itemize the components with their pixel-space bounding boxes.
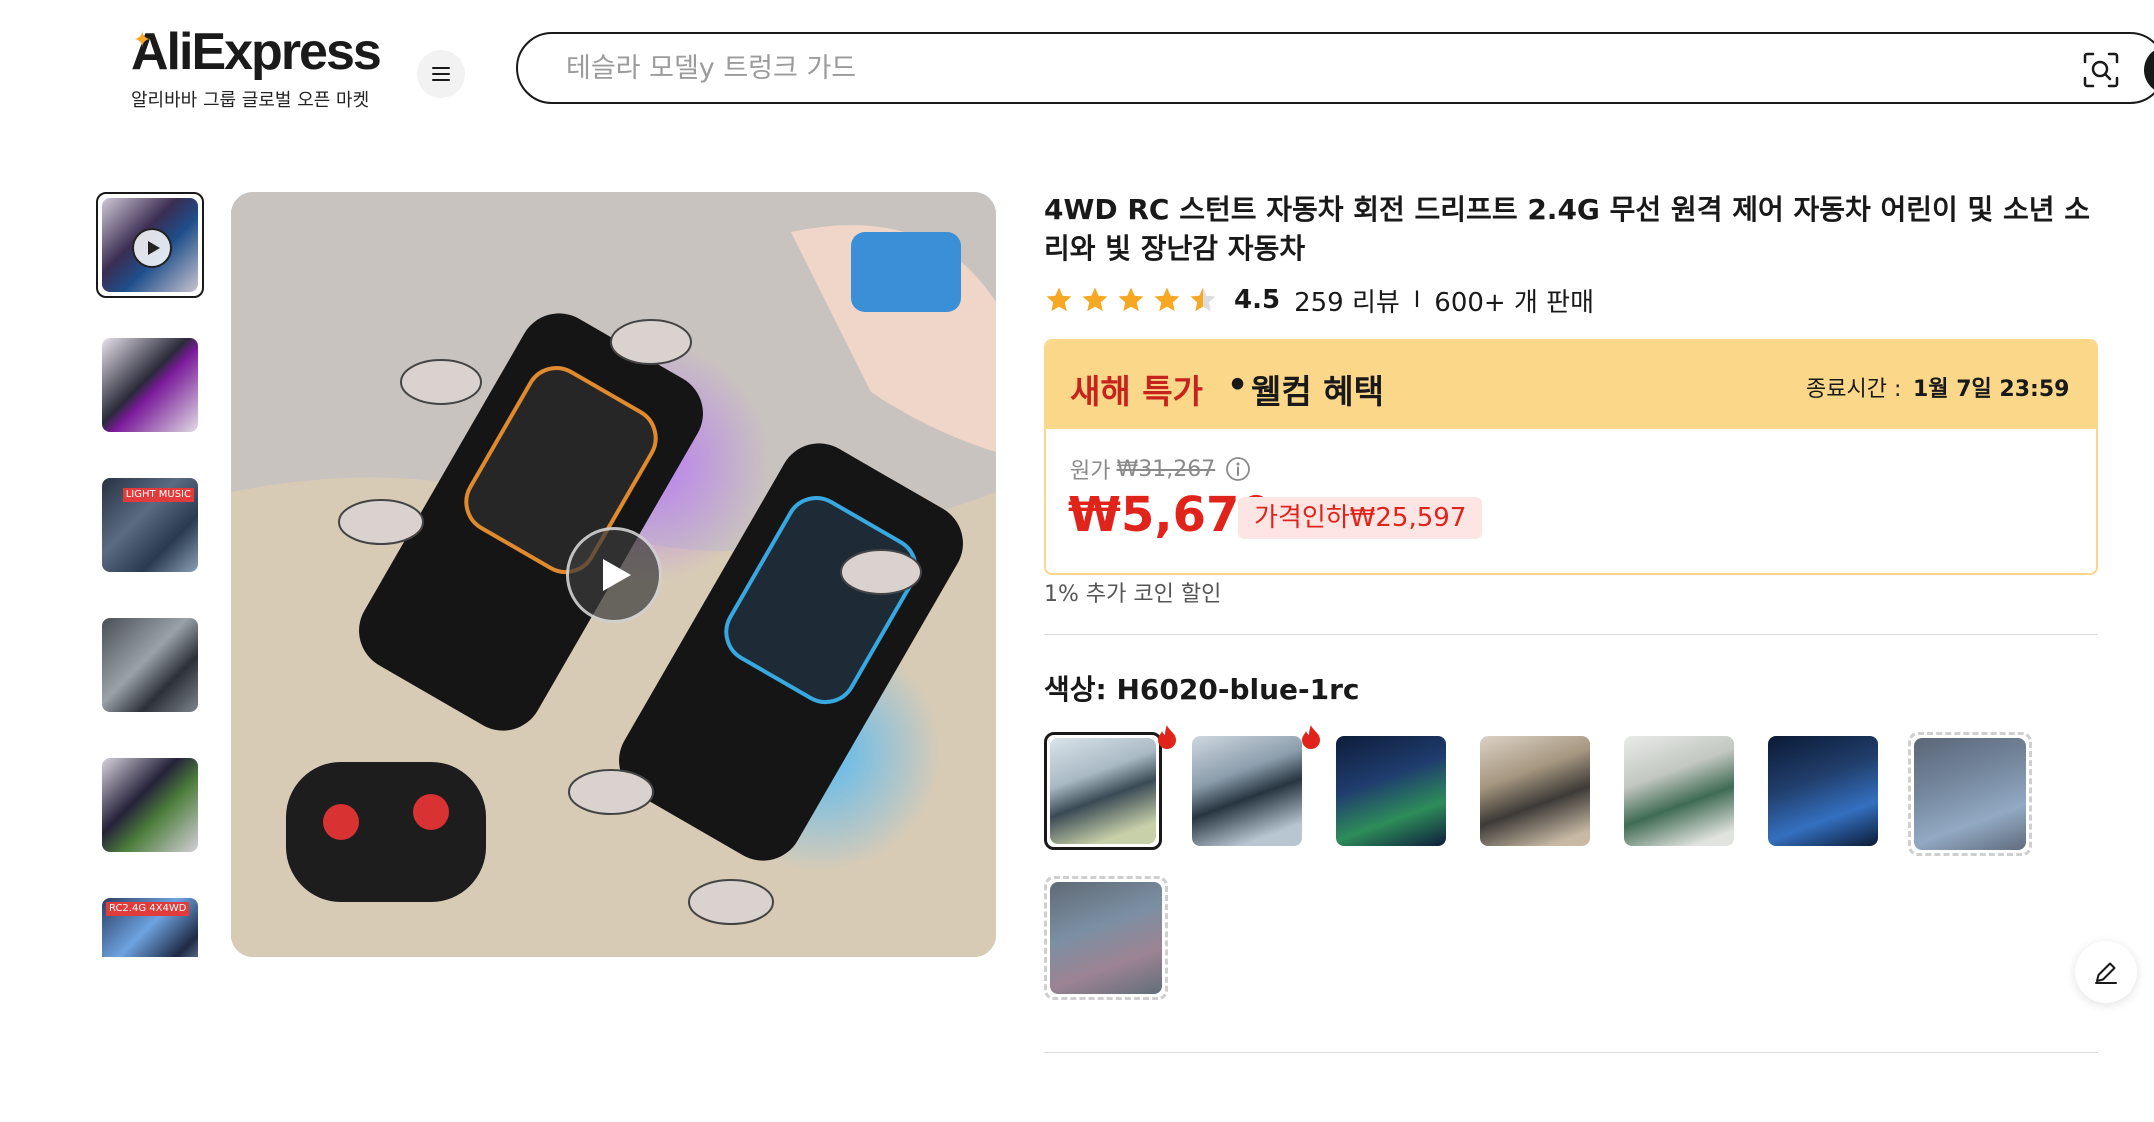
thumbnail-1[interactable] (96, 192, 204, 298)
thumbnail-image (102, 198, 198, 292)
promo-dot: • (1227, 365, 1249, 404)
thumbnail-image (102, 338, 198, 432)
color-swatch-7-unavailable[interactable] (1908, 732, 2032, 856)
swatch-image (1768, 736, 1878, 846)
swatch-image (1624, 736, 1734, 846)
swatch-image (1050, 882, 1162, 994)
swatch-image (1050, 738, 1156, 844)
thumbnail-image (102, 618, 198, 712)
main-product-image[interactable] (231, 192, 996, 957)
rating-row: 4.5 259 리뷰 I 600+ 개 판매 (1044, 282, 1744, 318)
color-swatch-4[interactable] (1476, 732, 1594, 850)
thumbnail-list: LIGHT MUSIC RC2.4G 4X4WD (96, 192, 204, 957)
logo-tagline: 알리바바 그룹 글로벌 오픈 마켓 (131, 90, 370, 111)
image-search-icon[interactable] (2081, 50, 2121, 90)
color-swatch-1[interactable] (1044, 732, 1162, 850)
swatch-image (1480, 736, 1590, 846)
price-card: 새해 특가 • 웰컴 혜택 종료시간 : 1월 7일 23:59 원가 ₩31,… (1044, 339, 2098, 575)
video-play-icon (603, 559, 631, 591)
original-price-row: 원가 ₩31,267 (1070, 453, 1251, 485)
hamburger-menu-button[interactable] (417, 50, 465, 98)
discount-badge: 가격인하₩25,597 (1238, 497, 1483, 539)
star-icon (1046, 287, 1072, 312)
thumbnail-image (102, 758, 198, 852)
thumbnail-2[interactable] (96, 332, 204, 438)
search-submit-button[interactable] (2144, 46, 2154, 94)
promo-end-time: 1월 7일 23:59 (1913, 377, 2070, 402)
play-icon (132, 228, 172, 268)
swatch-image (1914, 738, 2026, 850)
promo-end-label: 종료시간 : (1806, 377, 1902, 402)
video-play-button[interactable] (566, 527, 662, 623)
promo-subtitle: 웰컴 혜택 (1251, 372, 1384, 411)
light-music-badge: LIGHT MUSIC (122, 488, 194, 502)
thumbnail-image: LIGHT MUSIC (102, 478, 198, 572)
coin-discount-note: 1% 추가 코인 할인 (1044, 582, 1222, 607)
product-title: 4WD RC 스턴트 자동차 회전 드리프트 2.4G 무선 원격 제어 자동차… (1044, 193, 2091, 265)
color-swatch-3[interactable] (1332, 732, 1450, 850)
thumbnail-5[interactable] (96, 752, 204, 858)
thumbnail-4[interactable] (96, 612, 204, 718)
edit-floating-button[interactable] (2075, 941, 2137, 1003)
color-swatch-6[interactable] (1764, 732, 1882, 850)
product-info: 4WD RC 스턴트 자동차 회전 드리프트 2.4G 무선 원격 제어 자동차… (1044, 190, 2098, 1053)
swatch-image (1336, 736, 1446, 846)
star-icon (1154, 287, 1180, 312)
thumbnail-6[interactable]: RC2.4G 4X4WD (96, 892, 204, 957)
aliexpress-logo[interactable]: ✦ AliExpress 알리바바 그룹 글로벌 오픈 마켓 (131, 22, 382, 112)
original-price: ₩31,267 (1116, 456, 1216, 482)
divider (1044, 634, 2098, 635)
review-count-link[interactable]: 259 리뷰 (1294, 282, 1400, 319)
original-price-label: 원가 (1070, 459, 1111, 484)
thumbnail-image: RC2.4G 4X4WD (102, 898, 198, 957)
star-icon (1082, 287, 1108, 312)
edit-pencil-icon (2095, 962, 2117, 984)
thumbnail-3[interactable]: LIGHT MUSIC (96, 472, 204, 578)
color-swatch-2[interactable] (1188, 732, 1306, 850)
rating-stars[interactable] (1044, 285, 1218, 315)
rc-badge: RC2.4G 4X4WD (106, 902, 190, 916)
hot-flame-icon (1158, 725, 1176, 749)
color-swatch-8-unavailable[interactable] (1044, 876, 1168, 1000)
logo-star-icon: ✦ (133, 28, 152, 53)
site-header: ✦ AliExpress 알리바바 그룹 글로벌 오픈 마켓 (0, 0, 2154, 130)
star-icon (1118, 287, 1144, 312)
search-bar (516, 32, 2154, 104)
half-star-icon (1190, 287, 1216, 312)
rating-value: 4.5 (1234, 285, 1281, 315)
swatch-image (1192, 736, 1302, 846)
logo-wordmark: AliExpress (131, 23, 382, 81)
sold-count: 600+ 개 판매 (1434, 287, 1594, 318)
info-icon[interactable] (1225, 456, 1251, 482)
promo-banner: 새해 특가 • 웰컴 혜택 종료시간 : 1월 7일 23:59 (1046, 341, 2096, 429)
separator: I (1413, 287, 1421, 313)
divider (1044, 1052, 2098, 1053)
color-selection-label: 색상: H6020-blue-1rc (1044, 673, 1360, 706)
hot-flame-icon (1302, 725, 1320, 749)
promo-title: 새해 특가 (1070, 372, 1203, 411)
color-swatch-5[interactable] (1620, 732, 1738, 850)
search-input[interactable] (566, 50, 1966, 86)
hamburger-menu-icon (432, 67, 450, 81)
